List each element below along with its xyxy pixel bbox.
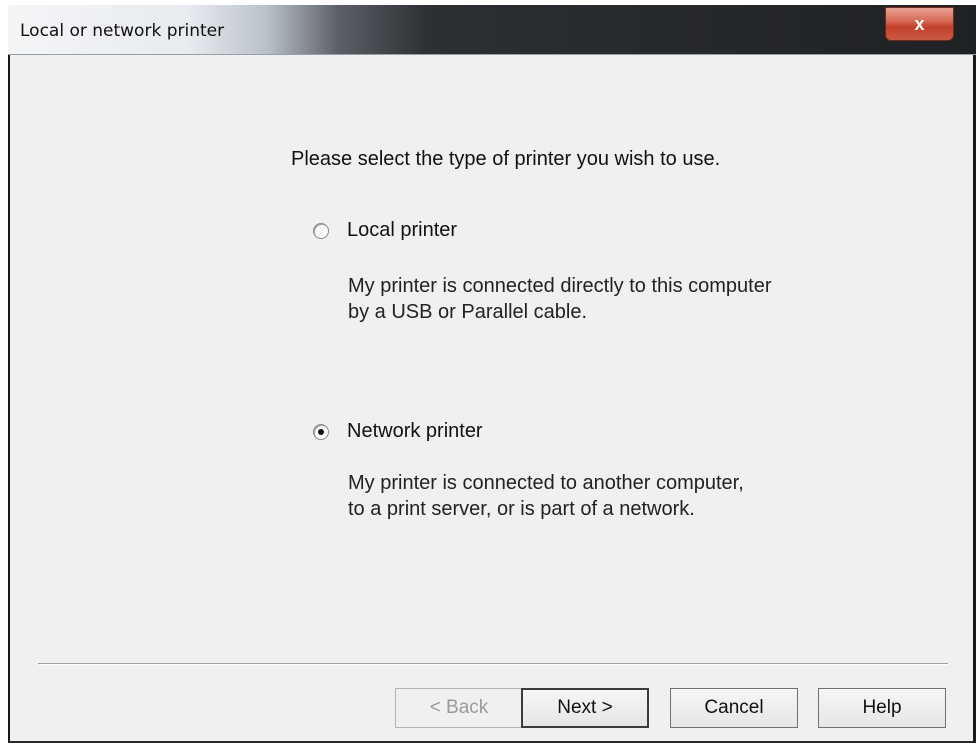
next-button[interactable]: Next >	[521, 688, 649, 728]
close-button[interactable]: x	[885, 7, 954, 41]
dialog-window: Local or network printer x Please select…	[8, 5, 976, 743]
radio-local-printer[interactable]: Local printer	[313, 219, 457, 242]
button-separator	[38, 663, 948, 665]
local-description-line-2: by a USB or Parallel cable.	[348, 301, 588, 323]
instruction-text: Please select the type of printer you wi…	[291, 148, 721, 170]
window-title: Local or network printer	[20, 21, 225, 41]
cancel-button[interactable]: Cancel	[670, 688, 798, 728]
network-description-line-1: My printer is connected to another compu…	[348, 472, 744, 494]
local-description-line-1: My printer is connected directly to this…	[348, 275, 772, 297]
local-printer-description: My printer is connected directly to this…	[348, 273, 772, 325]
radio-button-network[interactable]	[313, 423, 329, 440]
close-icon: x	[914, 13, 925, 34]
help-button[interactable]: Help	[818, 688, 946, 728]
local-printer-label[interactable]: Local printer	[347, 219, 457, 242]
title-bar[interactable]: Local or network printer x	[8, 5, 976, 55]
back-button[interactable]: < Back	[395, 688, 523, 728]
radio-button-local[interactable]	[313, 222, 329, 239]
radio-network-printer[interactable]: Network printer	[313, 420, 483, 443]
network-printer-description: My printer is connected to another compu…	[348, 470, 744, 522]
network-description-line-2: to a print server, or is part of a netwo…	[348, 498, 695, 520]
network-printer-label[interactable]: Network printer	[347, 420, 483, 443]
